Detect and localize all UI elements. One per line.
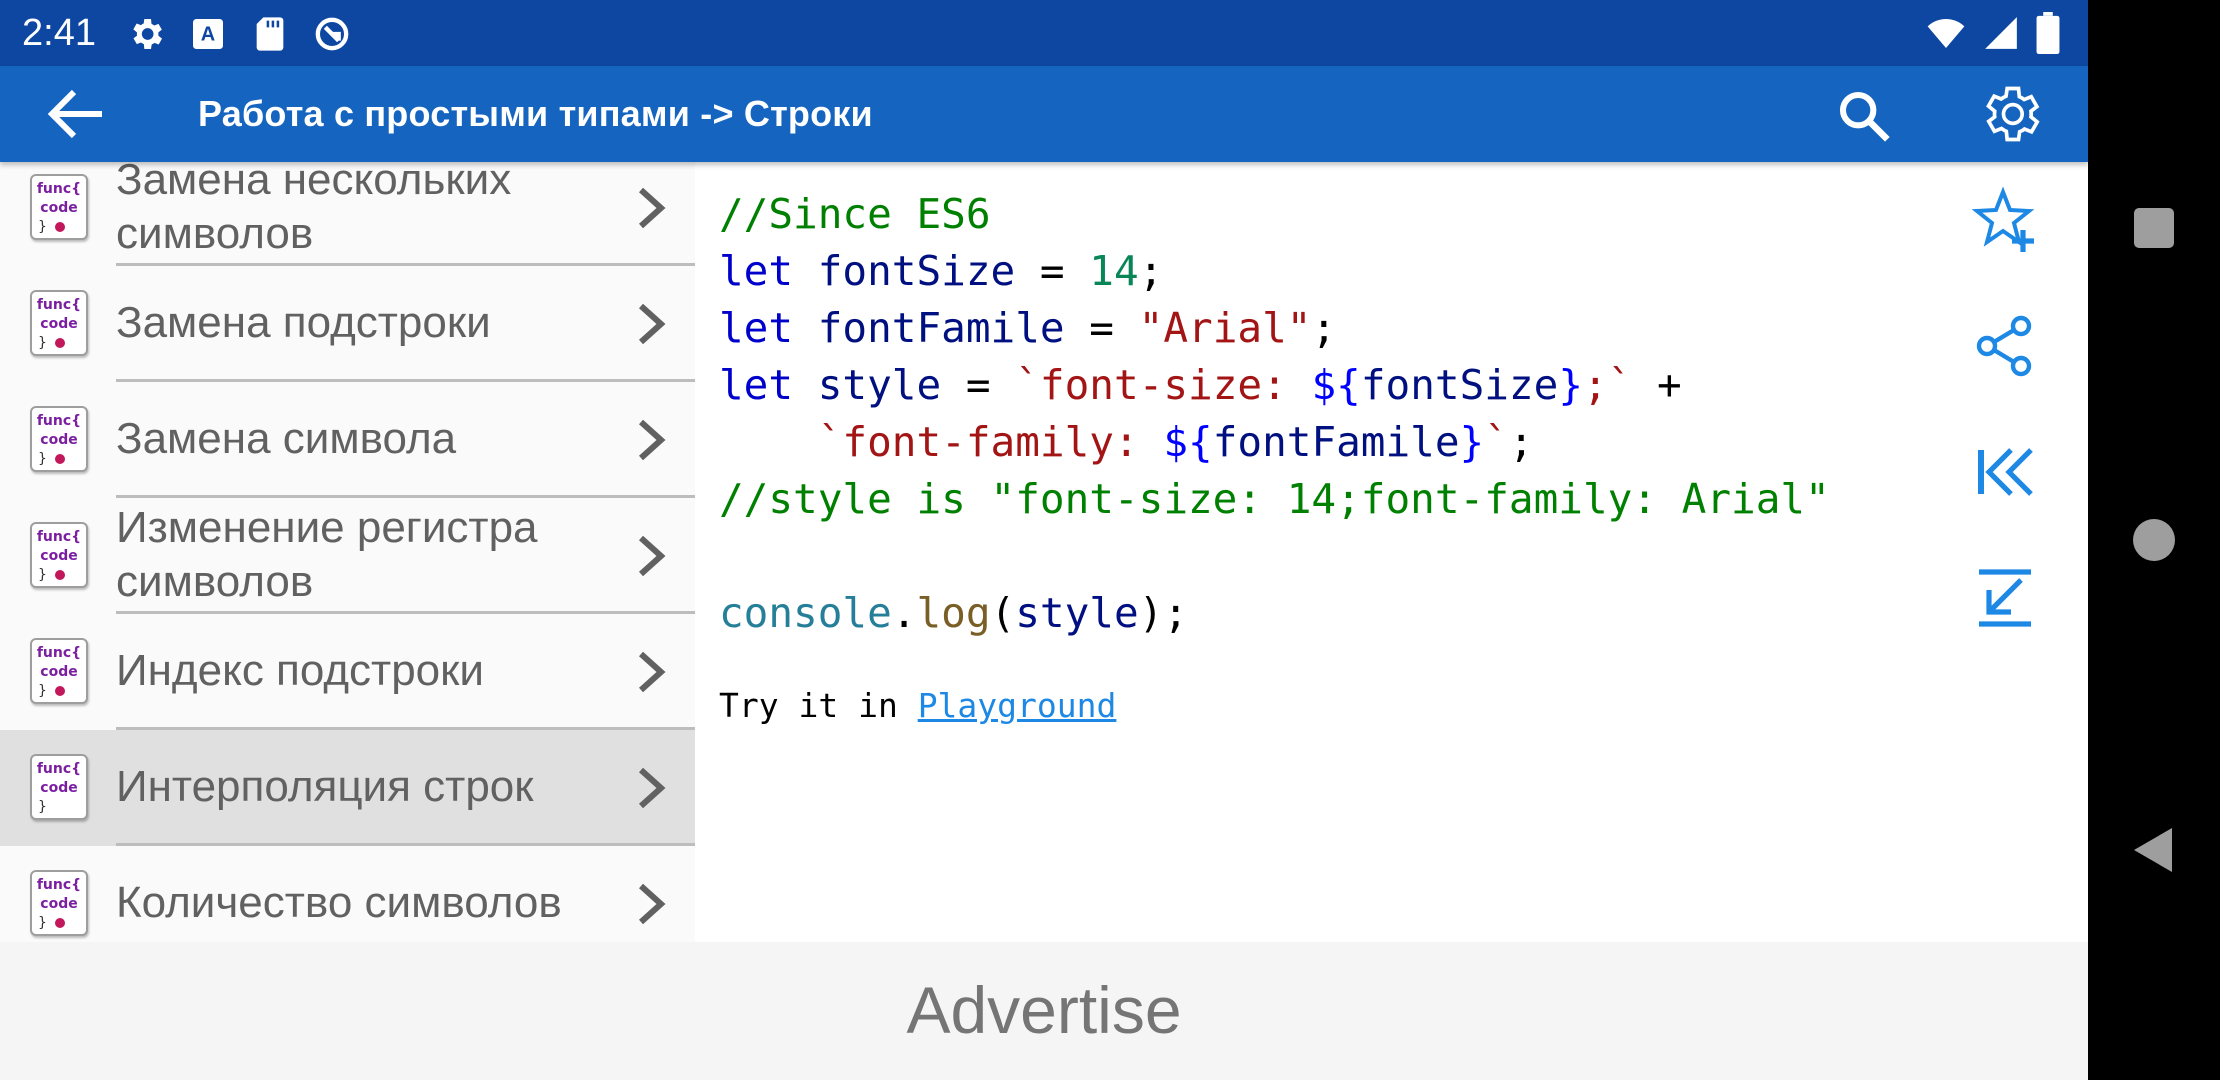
ad-label: Advertise	[906, 973, 1182, 1047]
share-icon[interactable]	[1971, 312, 2039, 380]
font-a-icon: A	[188, 14, 228, 54]
chevron-right-icon	[635, 184, 669, 232]
try-it-line: Try it in Playground	[719, 684, 1116, 728]
func-code-icon: func{code}	[30, 870, 88, 936]
list-item[interactable]: func{code} Замена нескольких символов	[0, 162, 695, 266]
code-string: `font-family:	[817, 418, 1164, 466]
code-template-expr: }	[1558, 361, 1583, 409]
skip-to-start-icon[interactable]	[1971, 438, 2039, 506]
chevron-right-icon	[635, 880, 669, 928]
code-variable: fontSize	[1360, 361, 1559, 409]
code-string: ;`	[1583, 361, 1633, 409]
list-item[interactable]: func{code} Замена символа	[0, 382, 695, 498]
code-variable: fontSize	[817, 247, 1016, 295]
star-add-icon[interactable]	[1971, 186, 2039, 254]
list-item[interactable]: func{code} Замена подстроки	[0, 266, 695, 382]
list-item-selected[interactable]: func{code} Интерполяция строк	[0, 730, 695, 846]
code-number: 14	[1089, 247, 1139, 295]
code-template-expr: }	[1459, 418, 1485, 466]
chevron-right-icon	[635, 300, 669, 348]
status-bar: 2:41 A	[0, 0, 2088, 66]
arrow-back-icon[interactable]	[46, 88, 106, 140]
ad-banner[interactable]: Advertise	[0, 942, 2088, 1080]
home-icon[interactable]	[2128, 514, 2180, 566]
list-item[interactable]: func{code} Количество символов	[0, 846, 695, 942]
wifi-icon	[1926, 13, 1966, 57]
try-it-prefix: Try it in	[719, 686, 918, 725]
code-string: `font-size:	[1015, 361, 1312, 409]
code-keyword: let	[719, 361, 794, 409]
code-panel: //Since ES6 let fontSize = 14; let fontF…	[695, 162, 2088, 942]
search-icon[interactable]	[1836, 88, 1892, 144]
code-template-expr: ${	[1163, 418, 1213, 466]
code-keyword: let	[719, 304, 794, 352]
list-item-label: Индекс подстроки	[116, 646, 484, 695]
code-punct: .	[891, 589, 917, 637]
code-variable: style	[817, 361, 942, 409]
code-comment: //Since ES6	[719, 190, 991, 238]
list-item-label: Интерполяция строк	[116, 762, 534, 811]
code-operator: =	[941, 361, 1016, 409]
func-code-icon: func{code}	[30, 290, 88, 356]
func-code-icon: func{code}	[30, 522, 88, 588]
recents-icon[interactable]	[2128, 202, 2180, 254]
code-punct: (	[990, 589, 1016, 637]
code-variable: fontFamile	[817, 304, 1065, 352]
settings-icon[interactable]	[1976, 80, 2044, 148]
chevron-right-icon	[635, 648, 669, 696]
app-bar: Работа с простыми типами -> Строки	[0, 66, 2088, 162]
code-punct: )	[1138, 589, 1164, 637]
code-punct: ;	[1138, 247, 1164, 295]
list-item-label: Замена нескольких символов	[116, 162, 512, 258]
back-triangle-icon[interactable]	[2128, 824, 2180, 876]
func-code-icon: func{code}	[30, 754, 88, 820]
func-code-icon: func{code}	[30, 406, 88, 472]
code-variable: style	[1015, 589, 1139, 637]
gear-icon	[126, 14, 166, 54]
code-comment: //style is "font-size: 14;font-family: A…	[719, 475, 1830, 523]
code-object: console	[719, 589, 892, 637]
list-item[interactable]: func{code} Индекс подстроки	[0, 614, 695, 730]
chevron-right-icon	[635, 416, 669, 464]
list-item-label: Количество символов	[116, 878, 562, 927]
code-operator: =	[1015, 247, 1090, 295]
code-operator: =	[1064, 304, 1139, 352]
chevron-right-icon	[635, 532, 669, 580]
code-keyword: let	[719, 247, 794, 295]
code-operator: +	[1632, 361, 1682, 409]
arrow-down-left-icon[interactable]	[1971, 564, 2039, 632]
sd-card-icon	[250, 14, 290, 54]
code-block: //Since ES6 let fontSize = 14; let fontF…	[719, 186, 1830, 642]
chevron-right-icon	[635, 764, 669, 812]
code-function: log	[916, 589, 991, 637]
code-string: "Arial"	[1138, 304, 1312, 352]
func-code-icon: func{code}	[30, 174, 88, 240]
system-nav-bar	[2088, 0, 2220, 1080]
status-time: 2:41	[22, 12, 96, 54]
code-punct: ;	[1163, 589, 1189, 637]
code-variable: fontFamile	[1212, 418, 1460, 466]
sync-icon	[312, 14, 352, 54]
list-item-label: Замена символа	[116, 414, 457, 463]
code-punct: ;	[1508, 418, 1534, 466]
list-item[interactable]: func{code} Изменение регистра символов	[0, 498, 695, 614]
code-template-expr: ${	[1311, 361, 1361, 409]
page-title: Работа с простыми типами -> Строки	[198, 93, 873, 134]
list-item-label: Изменение регистра символов	[116, 503, 538, 606]
playground-link[interactable]: Playground	[918, 686, 1117, 725]
battery-icon	[2036, 12, 2060, 58]
svg-text:A: A	[201, 24, 215, 46]
code-string: `	[1484, 418, 1509, 466]
func-code-icon: func{code}	[30, 638, 88, 704]
topic-list: func{code} Замена нескольких символов fu…	[0, 162, 695, 942]
signal-icon	[1982, 14, 2020, 56]
code-punct: ;	[1311, 304, 1337, 352]
list-item-label: Замена подстроки	[116, 298, 491, 347]
